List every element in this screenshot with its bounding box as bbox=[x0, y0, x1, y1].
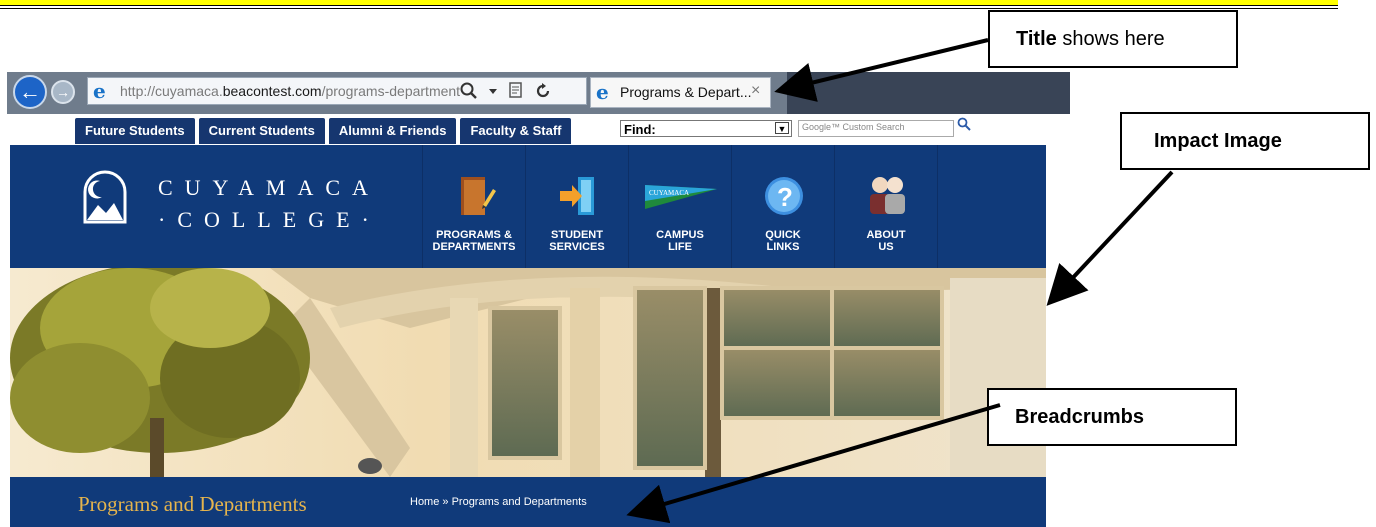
callout-arrows bbox=[626, 38, 1174, 524]
arrow-to-breadcrumbs bbox=[626, 403, 1001, 524]
arrow-to-tab-title bbox=[774, 38, 989, 102]
arrow-to-impact-image bbox=[1046, 170, 1174, 306]
